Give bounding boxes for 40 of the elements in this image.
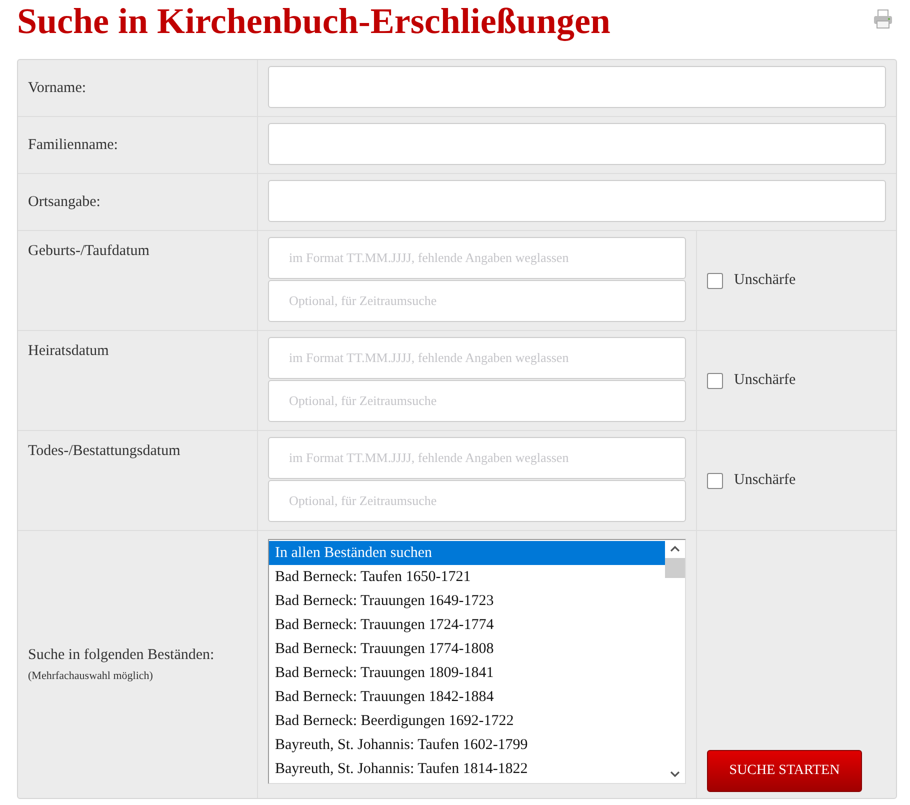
date-input[interactable]: im Format TT.MM.JJJJ, fehlende Angaben weglassen <box>268 437 686 479</box>
checkbox-label: Unschärfe <box>734 272 796 289</box>
list-option[interactable]: Bad Berneck: Trauungen 1649-1723 <box>269 589 665 613</box>
date-input[interactable]: Optional, für Zeitraumsuche <box>268 380 686 422</box>
field-label: Familienname: <box>28 136 118 154</box>
input-field[interactable] <box>268 66 886 108</box>
input-field[interactable] <box>268 180 886 222</box>
list-box[interactable] <box>268 539 686 784</box>
list-option[interactable]: Bad Berneck: Trauungen 1842-1884 <box>269 685 665 709</box>
date-input[interactable]: im Format TT.MM.JJJJ, fehlende Angaben weglassen <box>268 337 686 379</box>
caret-down-icon[interactable] <box>669 770 681 778</box>
list-option[interactable]: Bayreuth, St. Johannis: Taufen 1602-1799 <box>269 733 665 757</box>
checkbox[interactable] <box>707 472 723 488</box>
list-option[interactable]: Bad Berneck: Trauungen 1809-1841 <box>269 661 665 685</box>
list-option[interactable]: In allen Beständen suchen <box>269 541 665 565</box>
list-option[interactable]: Bad Berneck: Trauungen 1774-1808 <box>269 637 665 661</box>
field-label: Heiratsdatum <box>28 343 109 361</box>
field-label: Geburts-/Taufdatum <box>28 243 150 261</box>
list-option[interactable]: Bad Berneck: Taufen 1650-1721 <box>269 565 665 589</box>
list-option[interactable]: Bad Berneck: Beerdigungen 1692-1722 <box>269 709 665 733</box>
search-button[interactable]: SUCHE STARTEN <box>707 750 862 792</box>
field-label: Ortsangabe: <box>28 194 100 210</box>
checkbox-label: Unschärfe <box>734 472 796 489</box>
list-option[interactable]: Bayreuth, St. Johannis: Taufen 1814-1822 <box>269 757 665 781</box>
input-field[interactable] <box>268 123 886 165</box>
date-input[interactable]: im Format TT.MM.JJJJ, fehlende Angaben weglassen <box>268 237 686 279</box>
printer-icon[interactable] <box>872 8 894 30</box>
date-input[interactable]: Optional, für Zeitraumsuche <box>268 280 686 322</box>
page-title: Suche in Kirchenbuch-Erschließungen <box>17 0 610 42</box>
field-label: Suche in folgenden Beständen: <box>28 647 214 664</box>
hint-text: (Mehrfachauswahl möglich) <box>28 670 153 682</box>
field-label: Vorname: <box>28 80 86 96</box>
list-option[interactable]: Bad Berneck: Trauungen 1724-1774 <box>269 613 665 637</box>
checkbox[interactable] <box>707 272 723 288</box>
field-label: Todes-/Bestattungsdatum <box>28 443 180 461</box>
scrollbar-thumb[interactable] <box>665 558 685 578</box>
checkbox-label: Unschärfe <box>734 372 796 389</box>
date-input[interactable]: Optional, für Zeitraumsuche <box>268 480 686 522</box>
caret-up-icon[interactable] <box>669 545 681 553</box>
checkbox[interactable] <box>707 372 723 388</box>
